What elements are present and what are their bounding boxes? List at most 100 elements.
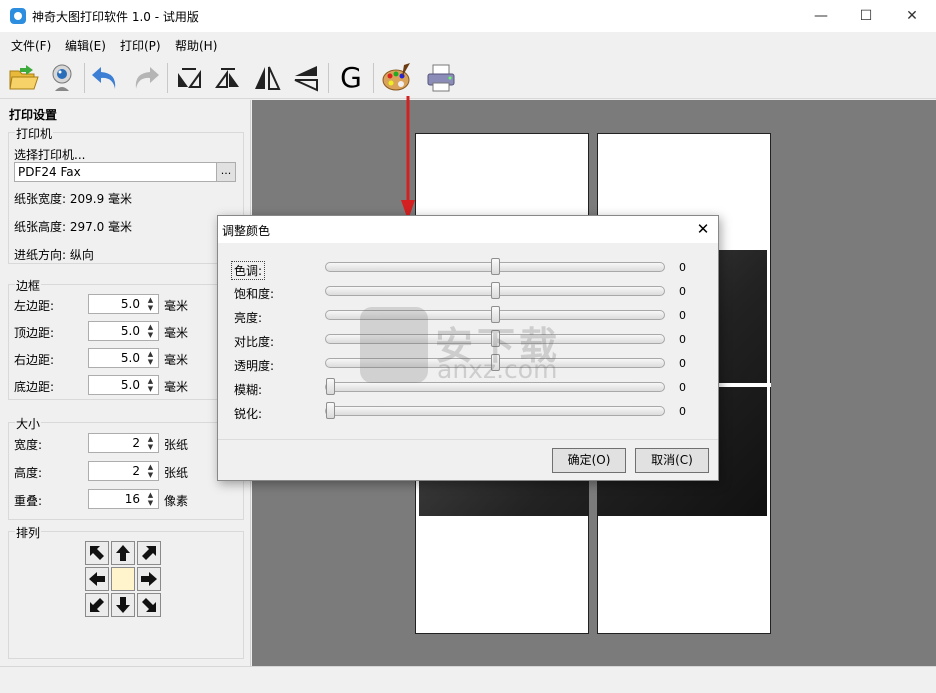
blur-label: 模糊: [234, 383, 263, 397]
right-margin-label: 右边距: [14, 353, 55, 367]
watermark-text-en: anxz.com [437, 355, 558, 384]
minimize-button[interactable]: — [798, 0, 844, 32]
overlap-unit: 像素 [164, 494, 189, 508]
watermark-shield-icon [360, 307, 428, 383]
ok-button[interactable]: 确定(O) [552, 448, 626, 473]
panel-title: 打印设置 [9, 108, 58, 122]
grayscale-icon[interactable]: G [334, 61, 368, 95]
watermark: 安下载 anxz.com [360, 305, 580, 395]
right-margin-unit: 毫米 [164, 353, 189, 367]
spin-arrows-icon[interactable]: ▲ ▼ [146, 296, 155, 312]
top-margin-input[interactable]: 5.0 ▲ ▼ [88, 321, 159, 341]
browse-printer-button[interactable]: ... [216, 162, 236, 182]
app-icon [10, 8, 26, 24]
align-bottom-button[interactable] [111, 593, 135, 617]
align-left-button[interactable] [85, 567, 109, 591]
left-margin-unit: 毫米 [164, 299, 189, 313]
spin-arrows-icon[interactable]: ▲ ▼ [146, 435, 155, 451]
cancel-button[interactable]: 取消(C) [635, 448, 709, 473]
menu-help[interactable]: 帮助(H) [175, 37, 217, 54]
height-label: 高度: [14, 466, 43, 480]
align-bottom-left-button[interactable] [85, 593, 109, 617]
spin-arrows-icon[interactable]: ▲ ▼ [146, 377, 155, 393]
height-sheets-value: 2 [132, 464, 140, 478]
toolbar-separator [84, 63, 85, 93]
selected-printer: PDF24 Fax [18, 165, 81, 179]
align-top-button[interactable] [111, 541, 135, 565]
undo-icon[interactable] [89, 61, 123, 95]
spin-arrows-icon[interactable]: ▲ ▼ [146, 323, 155, 339]
spin-arrows-icon[interactable]: ▲ ▼ [146, 491, 155, 507]
saturation-slider-thumb[interactable] [490, 282, 500, 299]
dialog-title-bar: 调整颜色 ✕ [218, 216, 718, 243]
menu-print[interactable]: 打印(P) [120, 37, 161, 54]
hue-slider[interactable] [325, 258, 665, 275]
contrast-value: 0 [679, 333, 686, 346]
select-printer-label: 选择打印机... [14, 148, 86, 162]
flip-down-icon[interactable] [211, 61, 245, 95]
mirror-vertical-icon[interactable] [289, 61, 323, 95]
height-sheets-input[interactable]: 2 ▲ ▼ [88, 461, 159, 481]
page-blank-area [601, 516, 767, 630]
webcam-icon[interactable] [45, 61, 79, 95]
close-button[interactable]: ✕ [889, 0, 935, 32]
hue-value: 0 [679, 261, 686, 274]
maximize-button[interactable]: ☐ [843, 0, 889, 32]
transparency-label: 透明度: [234, 359, 275, 373]
mirror-horizontal-icon[interactable] [250, 61, 284, 95]
sharpen-label: 锐化: [234, 407, 263, 421]
menu-bar: 文件(F) 编辑(E) 打印(P) 帮助(H) [0, 32, 936, 56]
align-bottom-right-button[interactable] [137, 593, 161, 617]
toolbar-separator [328, 63, 329, 93]
hue-label: 色调: [231, 261, 266, 280]
sharpen-slider[interactable] [325, 402, 665, 419]
menu-file[interactable]: 文件(F) [11, 37, 51, 54]
toolbar-separator [167, 63, 168, 93]
align-top-left-button[interactable] [85, 541, 109, 565]
height-sheets-unit: 张纸 [164, 466, 189, 480]
sharpen-slider-thumb[interactable] [326, 402, 335, 419]
paper-width-label: 纸张宽度: 209.9 毫米 [14, 192, 133, 206]
sharpen-value: 0 [679, 405, 686, 418]
transparency-value: 0 [679, 357, 686, 370]
spin-arrows-icon[interactable]: ▲ ▼ [146, 463, 155, 479]
brightness-value: 0 [679, 309, 686, 322]
redo-icon[interactable] [128, 61, 162, 95]
feed-direction-label: 进纸方向: 纵向 [14, 248, 94, 262]
print-settings-panel: 打印设置 打印机 选择打印机... PDF24 Fax ... 纸张宽度: 20… [0, 100, 251, 666]
saturation-value: 0 [679, 285, 686, 298]
menu-edit[interactable]: 编辑(E) [65, 37, 106, 54]
window-title: 神奇大图打印软件 1.0 - 试用版 [32, 10, 199, 24]
printer-icon[interactable] [424, 61, 458, 95]
toolbar: G [0, 57, 936, 99]
align-center-button[interactable] [111, 567, 135, 591]
blur-value: 0 [679, 381, 686, 394]
bottom-margin-value: 5.0 [120, 378, 140, 392]
size-group-title: 大小 [15, 415, 42, 432]
hue-slider-thumb[interactable] [490, 258, 500, 275]
left-margin-value: 5.0 [120, 297, 140, 311]
open-folder-icon[interactable] [6, 61, 40, 95]
saturation-slider[interactable] [325, 282, 665, 299]
align-top-right-button[interactable] [137, 541, 161, 565]
blur-slider-thumb[interactable] [326, 378, 335, 395]
width-sheets-value: 2 [132, 436, 140, 450]
overlap-input[interactable]: 16 ▲ ▼ [88, 489, 159, 509]
saturation-label: 饱和度: [234, 287, 275, 301]
bottom-margin-input[interactable]: 5.0 ▲ ▼ [88, 375, 159, 395]
status-bar [0, 666, 936, 693]
align-right-button[interactable] [137, 567, 161, 591]
right-margin-input[interactable]: 5.0 ▲ ▼ [88, 348, 159, 368]
printer-select[interactable]: PDF24 Fax ... [14, 162, 236, 182]
dialog-title: 调整颜色 [222, 224, 271, 238]
left-margin-input[interactable]: 5.0 ▲ ▼ [88, 294, 159, 314]
title-bar: 神奇大图打印软件 1.0 - 试用版 — ☐ ✕ [0, 0, 936, 32]
width-sheets-input[interactable]: 2 ▲ ▼ [88, 433, 159, 453]
spin-arrows-icon[interactable]: ▲ ▼ [146, 350, 155, 366]
right-margin-value: 5.0 [120, 351, 140, 365]
dialog-close-button[interactable]: ✕ [691, 218, 715, 240]
paper-height-label: 纸张高度: 297.0 毫米 [14, 220, 133, 234]
margins-group-title: 边框 [15, 277, 42, 294]
palette-icon[interactable] [380, 61, 414, 95]
flip-up-icon[interactable] [172, 61, 206, 95]
